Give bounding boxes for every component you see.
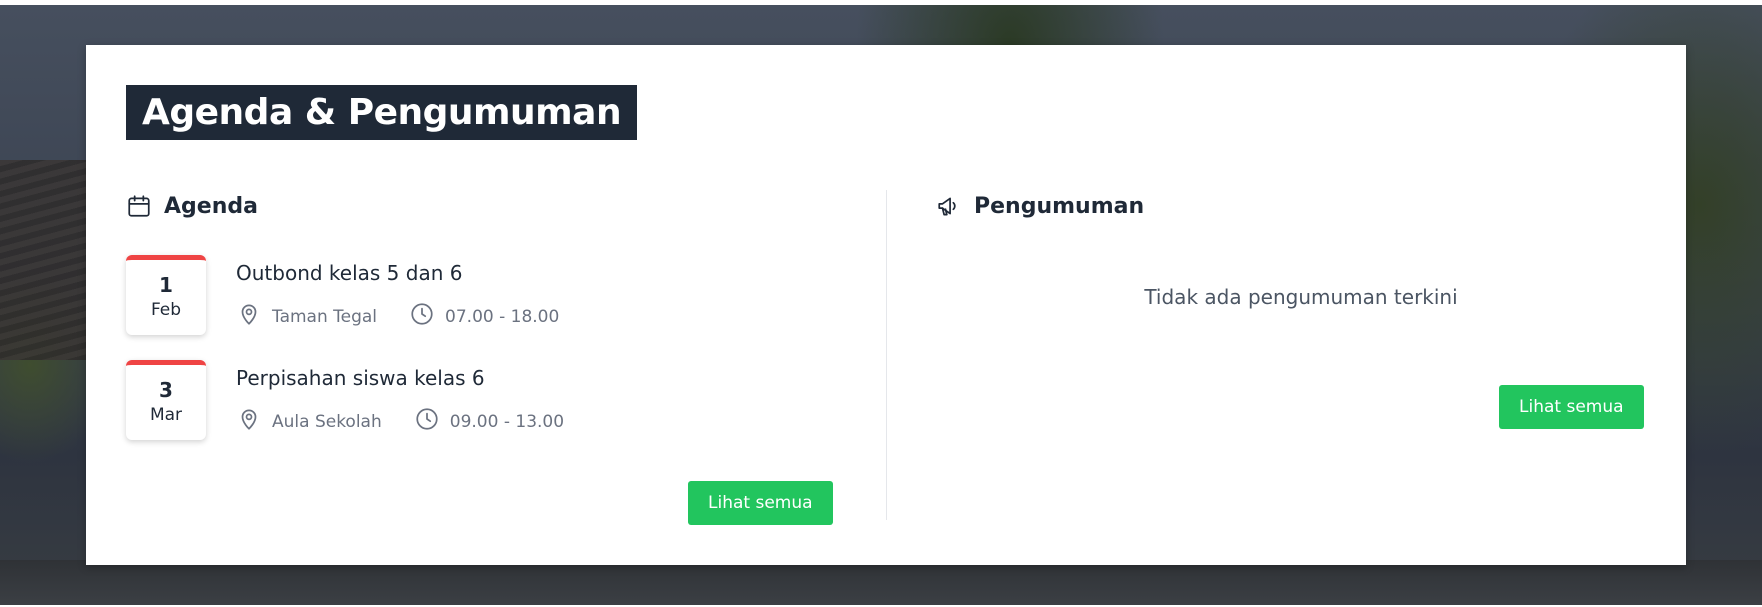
date-day: 1 — [159, 273, 173, 297]
background-roof — [0, 160, 90, 360]
agenda-pengumuman-card: Agenda & Pengumuman Agenda 1 Feb Outbond… — [86, 45, 1686, 565]
agenda-item-location: Taman Tegal — [272, 306, 378, 327]
agenda-item[interactable]: 1 Feb Outbond kelas 5 dan 6 Taman Tegal … — [126, 255, 846, 335]
clock-icon — [409, 301, 435, 332]
megaphone-icon — [936, 193, 962, 219]
pengumuman-heading-label: Pengumuman — [974, 193, 1145, 219]
agenda-item-location: Aula Sekolah — [272, 411, 382, 432]
location-pin-icon — [236, 406, 262, 437]
location-pin-icon — [236, 301, 262, 332]
agenda-item-title[interactable]: Perpisahan siswa kelas 6 — [236, 366, 485, 390]
date-badge: 1 Feb — [126, 255, 206, 335]
pengumuman-heading: Pengumuman — [936, 193, 1144, 219]
section-title: Agenda & Pengumuman — [126, 85, 638, 140]
empty-announcements-text: Tidak ada pengumuman terkini — [1144, 285, 1458, 309]
date-day: 3 — [159, 378, 173, 402]
agenda-view-all-button[interactable]: Lihat semua — [688, 481, 833, 525]
agenda-item-meta: Taman Tegal 07.00 - 18.00 — [236, 301, 559, 332]
calendar-icon — [126, 193, 152, 219]
clock-icon — [414, 406, 440, 437]
agenda-item-title[interactable]: Outbond kelas 5 dan 6 — [236, 261, 462, 285]
agenda-item-meta: Aula Sekolah 09.00 - 13.00 — [236, 406, 564, 437]
date-badge: 3 Mar — [126, 360, 206, 440]
agenda-item[interactable]: 3 Mar Perpisahan siswa kelas 6 Aula Seko… — [126, 360, 846, 440]
agenda-heading: Agenda — [126, 193, 258, 219]
background-ground — [0, 560, 1762, 605]
agenda-heading-label: Agenda — [164, 193, 258, 219]
column-divider — [886, 190, 887, 520]
date-month: Mar — [149, 405, 183, 425]
pengumuman-view-all-button[interactable]: Lihat semua — [1499, 385, 1644, 429]
agenda-item-time: 09.00 - 13.00 — [449, 411, 565, 432]
agenda-item-time: 07.00 - 18.00 — [445, 306, 560, 327]
date-month: Feb — [150, 300, 182, 320]
